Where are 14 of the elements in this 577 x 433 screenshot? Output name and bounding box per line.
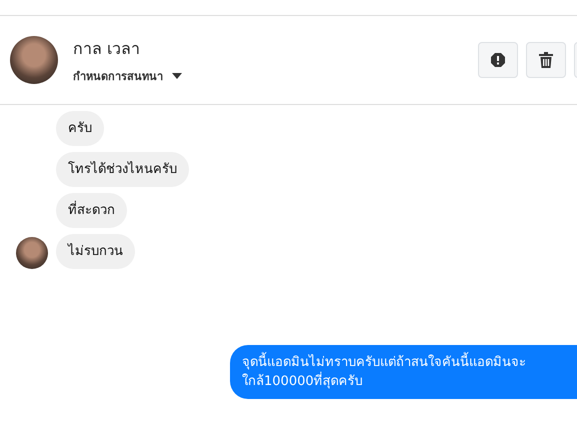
message-bubble: ที่สะดวก [56, 193, 127, 228]
message-bubble: ครับ [56, 111, 104, 146]
avatar-photo [10, 36, 58, 84]
message-bubble: จุดนี้แอดมินไม่ทราบครับแต่ถ้าสนใจคันนี้แอดมินจะ ใกล้100000ที่สุดครับ [230, 345, 577, 399]
caret-icon [171, 72, 183, 80]
contact-name: กาล เวลา [73, 38, 142, 60]
trash-icon [539, 52, 553, 68]
report-button[interactable] [478, 42, 518, 78]
avatar-photo [16, 237, 48, 269]
delete-button[interactable] [526, 42, 566, 78]
conversation-settings-dropdown[interactable]: กำหนดการสนทนา [73, 66, 183, 84]
message-bubble: โทรได้ช่วงไหนครับ [56, 152, 189, 187]
message-bubble: ไม่รบกวน [56, 234, 135, 269]
alert-icon [490, 52, 506, 68]
